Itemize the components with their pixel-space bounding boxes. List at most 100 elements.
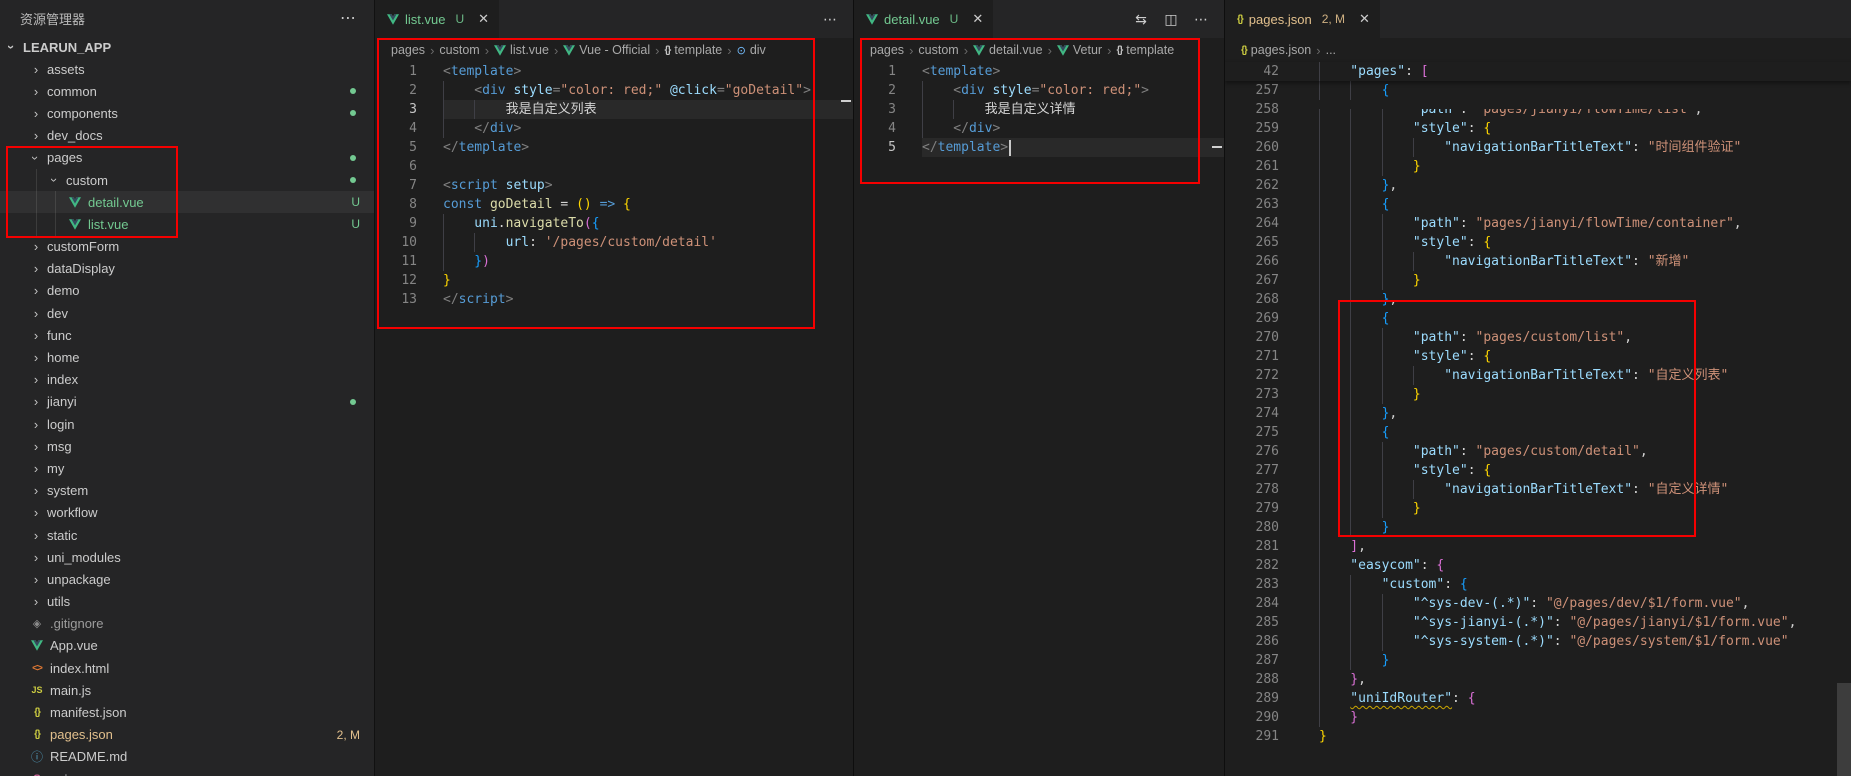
tree-item-uni.scss[interactable]: Suni.scss <box>0 768 374 776</box>
tree-item-uni_modules[interactable]: ›uni_modules <box>0 546 374 568</box>
code-line-288[interactable]: 288}, <box>1225 670 1851 689</box>
code-line-270[interactable]: 270"path": "pages/custom/list", <box>1225 328 1851 347</box>
tab-pages.json[interactable]: {}pages.json2, M✕ <box>1225 0 1381 38</box>
breadcrumb-item-detail.vue[interactable]: detail.vue <box>973 43 1043 57</box>
code-line-260[interactable]: 260"navigationBarTitleText": "时间组件验证" <box>1225 138 1851 157</box>
code-editor[interactable]: 1<template>2<div style="color: red;" @cl… <box>375 62 853 309</box>
code-line-284[interactable]: 284"^sys-dev-(.*)": "@/pages/dev/$1/form… <box>1225 594 1851 613</box>
tree-item-App.vue[interactable]: App.vue <box>0 635 374 657</box>
code-line-7[interactable]: 7<script setup> <box>375 176 853 195</box>
code-line-4[interactable]: 4</div> <box>854 119 1224 138</box>
code-line-9[interactable]: 9uni.navigateTo({ <box>375 214 853 233</box>
tree-item-customForm[interactable]: ›customForm <box>0 236 374 258</box>
close-icon[interactable]: ✕ <box>478 11 489 27</box>
code-line-277[interactable]: 277"style": { <box>1225 461 1851 480</box>
tree-item-pages[interactable]: ›pages <box>0 147 374 169</box>
explorer-more-actions-icon[interactable]: ⋯ <box>340 8 356 28</box>
code-line-278[interactable]: 278"navigationBarTitleText": "自定义详情" <box>1225 480 1851 499</box>
breadcrumb-item-div[interactable]: ⊙div <box>737 43 766 57</box>
code-editor[interactable]: 42"pages": [257{258"path": "pages/jianyi… <box>1225 62 1851 746</box>
tree-item-func[interactable]: ›func <box>0 324 374 346</box>
tree-item-dev_docs[interactable]: ›dev_docs <box>0 125 374 147</box>
code-line-264[interactable]: 264"path": "pages/jianyi/flowTime/contai… <box>1225 214 1851 233</box>
code-line-1[interactable]: 1<template> <box>375 62 853 81</box>
breadcrumb-item-list.vue[interactable]: list.vue <box>494 43 549 57</box>
tree-item-jianyi[interactable]: ›jianyi <box>0 391 374 413</box>
code-line-5[interactable]: 5</template> <box>854 138 1224 157</box>
code-line-265[interactable]: 265"style": { <box>1225 233 1851 252</box>
code-line-1[interactable]: 1<template> <box>854 62 1224 81</box>
code-line-291[interactable]: 291} <box>1225 727 1851 746</box>
code-line-272[interactable]: 272"navigationBarTitleText": "自定义列表" <box>1225 366 1851 385</box>
breadcrumb-item-custom[interactable]: custom <box>439 43 479 57</box>
code-line-2[interactable]: 2<div style="color: red;" @click="goDeta… <box>375 81 853 100</box>
tree-item-system[interactable]: ›system <box>0 480 374 502</box>
code-line-3[interactable]: 3我是自定义列表 <box>375 100 853 119</box>
tree-item-index[interactable]: ›index <box>0 369 374 391</box>
tree-item-demo[interactable]: ›demo <box>0 280 374 302</box>
code-line-5[interactable]: 5</template> <box>375 138 853 157</box>
code-line-13[interactable]: 13</script> <box>375 290 853 309</box>
code-editor[interactable]: 1<template>2<div style="color: red;">3我是… <box>854 62 1224 157</box>
more-icon[interactable]: ⋯ <box>817 6 843 32</box>
tree-item-common[interactable]: ›common <box>0 80 374 102</box>
code-line-4[interactable]: 4</div> <box>375 119 853 138</box>
split-icon[interactable]: ◫ <box>1158 6 1184 32</box>
code-line-6[interactable]: 6 <box>375 157 853 176</box>
tree-item-assets[interactable]: ›assets <box>0 58 374 80</box>
close-icon[interactable]: ✕ <box>972 11 983 27</box>
code-line-2[interactable]: 2<div style="color: red;"> <box>854 81 1224 100</box>
code-line-3[interactable]: 3我是自定义详情 <box>854 100 1224 119</box>
code-line-10[interactable]: 10url: '/pages/custom/detail' <box>375 233 853 252</box>
tab-detail.vue[interactable]: detail.vueU✕ <box>854 0 994 38</box>
breadcrumb-item-template[interactable]: {}template <box>1116 43 1174 57</box>
breadcrumb-item-pages[interactable]: pages <box>870 43 904 57</box>
breadcrumb-item-Vetur[interactable]: Vetur <box>1057 43 1102 57</box>
code-line-285[interactable]: 285"^sys-jianyi-(.*)": "@/pages/jianyi/$… <box>1225 613 1851 632</box>
breadcrumb-item-template[interactable]: {}template <box>665 43 723 57</box>
code-line-263[interactable]: 263{ <box>1225 195 1851 214</box>
code-line-275[interactable]: 275{ <box>1225 423 1851 442</box>
tree-item-components[interactable]: ›components <box>0 102 374 124</box>
tree-item-list.vue[interactable]: list.vueU <box>0 213 374 235</box>
code-line-266[interactable]: 266"navigationBarTitleText": "新增" <box>1225 252 1851 271</box>
code-line-290[interactable]: 290} <box>1225 708 1851 727</box>
more-icon[interactable]: ⋯ <box>1188 6 1214 32</box>
tree-item-login[interactable]: ›login <box>0 413 374 435</box>
breadcrumb-item-custom[interactable]: custom <box>918 43 958 57</box>
code-line-267[interactable]: 267} <box>1225 271 1851 290</box>
scrollbar-thumb[interactable] <box>1837 683 1851 776</box>
breadcrumb-item-Vue - Official[interactable]: Vue - Official <box>563 43 650 57</box>
breadcrumb-item-pages[interactable]: pages <box>391 43 425 57</box>
tree-item-home[interactable]: ›home <box>0 346 374 368</box>
tree-item-detail.vue[interactable]: detail.vueU <box>0 191 374 213</box>
tree-item-pages.json[interactable]: {}pages.json2, M <box>0 724 374 746</box>
code-line-287[interactable]: 287} <box>1225 651 1851 670</box>
tab-list.vue[interactable]: list.vueU✕ <box>375 0 500 38</box>
tree-item-dataDisplay[interactable]: ›dataDisplay <box>0 258 374 280</box>
code-line-280[interactable]: 280} <box>1225 518 1851 537</box>
tree-item-manifest.json[interactable]: {}manifest.json <box>0 701 374 723</box>
sticky-line-42[interactable]: 42"pages": [ <box>1225 62 1851 81</box>
code-line-273[interactable]: 273} <box>1225 385 1851 404</box>
close-icon[interactable]: ✕ <box>1359 11 1370 27</box>
tree-root-folder[interactable]: › LEARUN_APP <box>0 36 374 58</box>
code-line-271[interactable]: 271"style": { <box>1225 347 1851 366</box>
breadcrumb-item-...[interactable]: ... <box>1326 43 1336 57</box>
code-line-258[interactable]: 258"path": "pages/jianyi/flowTime/list", <box>1225 100 1851 119</box>
code-line-282[interactable]: 282"easycom": { <box>1225 556 1851 575</box>
tree-item-my[interactable]: ›my <box>0 457 374 479</box>
compare-icon[interactable]: ⇆ <box>1128 6 1154 32</box>
tree-item-static[interactable]: ›static <box>0 524 374 546</box>
tree-item-unpackage[interactable]: ›unpackage <box>0 568 374 590</box>
code-line-259[interactable]: 259"style": { <box>1225 119 1851 138</box>
code-line-262[interactable]: 262}, <box>1225 176 1851 195</box>
code-line-286[interactable]: 286"^sys-system-(.*)": "@/pages/system/$… <box>1225 632 1851 651</box>
code-line-276[interactable]: 276"path": "pages/custom/detail", <box>1225 442 1851 461</box>
tree-item-main.js[interactable]: JSmain.js <box>0 679 374 701</box>
code-line-261[interactable]: 261} <box>1225 157 1851 176</box>
tree-item-index.html[interactable]: <>index.html <box>0 657 374 679</box>
tree-item-workflow[interactable]: ›workflow <box>0 502 374 524</box>
tree-item-utils[interactable]: ›utils <box>0 591 374 613</box>
tree-item-custom[interactable]: ›custom <box>0 169 374 191</box>
